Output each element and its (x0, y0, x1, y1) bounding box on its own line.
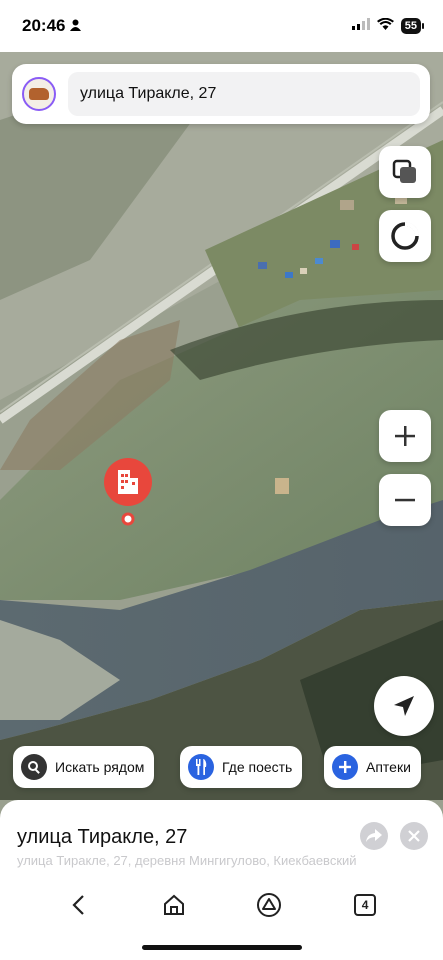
share-arrow-icon (366, 829, 382, 842)
alice-button[interactable] (379, 210, 431, 262)
place-title: улица Тиракле, 27 (17, 826, 188, 848)
share-button[interactable] (360, 822, 388, 850)
tabs-count: 4 (354, 894, 377, 916)
close-button[interactable] (400, 822, 428, 850)
alice-avatar-icon[interactable] (22, 77, 56, 111)
bottom-navigation: 4 (0, 880, 443, 930)
battery-indicator: 55 (400, 18, 425, 34)
chip-label: Где поесть (222, 759, 293, 775)
plus-icon (395, 426, 415, 446)
home-button[interactable] (154, 885, 194, 925)
fork-knife-icon (188, 754, 214, 780)
alice-icon (391, 222, 419, 250)
navigation-arrow-icon (394, 696, 414, 716)
close-icon (408, 830, 420, 842)
minus-icon (395, 498, 415, 502)
chip-label: Аптеки (366, 759, 411, 775)
pharmacies-chip[interactable]: Аптеки (324, 746, 421, 788)
alice-nav-button[interactable] (249, 885, 289, 925)
layers-icon (392, 159, 416, 183)
place-marker[interactable] (102, 456, 154, 526)
alice-triangle-icon (257, 893, 282, 917)
search-input[interactable]: улица Тиракле, 27 (68, 72, 420, 116)
zoom-in-button[interactable] (379, 410, 431, 462)
signal-icon (351, 17, 370, 35)
search-icon (21, 754, 47, 780)
plus-icon (332, 754, 358, 780)
place-address: улица Тиракле, 27, деревня Мингигулово, … (17, 853, 357, 868)
person-icon (70, 19, 82, 34)
zoom-out-button[interactable] (379, 474, 431, 526)
status-time: 20:46 (22, 16, 66, 35)
status-bar: 20:46 55 (0, 0, 443, 52)
chip-label: Искать рядом (55, 759, 145, 775)
where-to-eat-chip[interactable]: Где поесть (180, 746, 303, 788)
building-pin-icon (104, 458, 152, 526)
layers-button[interactable] (379, 146, 431, 198)
back-button[interactable] (58, 885, 98, 925)
search-bar: улица Тиракле, 27 (12, 64, 430, 124)
tabs-button[interactable]: 4 (345, 885, 385, 925)
home-icon (163, 894, 184, 915)
wifi-icon (376, 17, 394, 35)
my-location-button[interactable] (374, 676, 434, 736)
chevron-left-icon (72, 895, 84, 915)
home-indicator (142, 945, 302, 950)
search-nearby-chip[interactable]: Искать рядом (13, 746, 155, 788)
